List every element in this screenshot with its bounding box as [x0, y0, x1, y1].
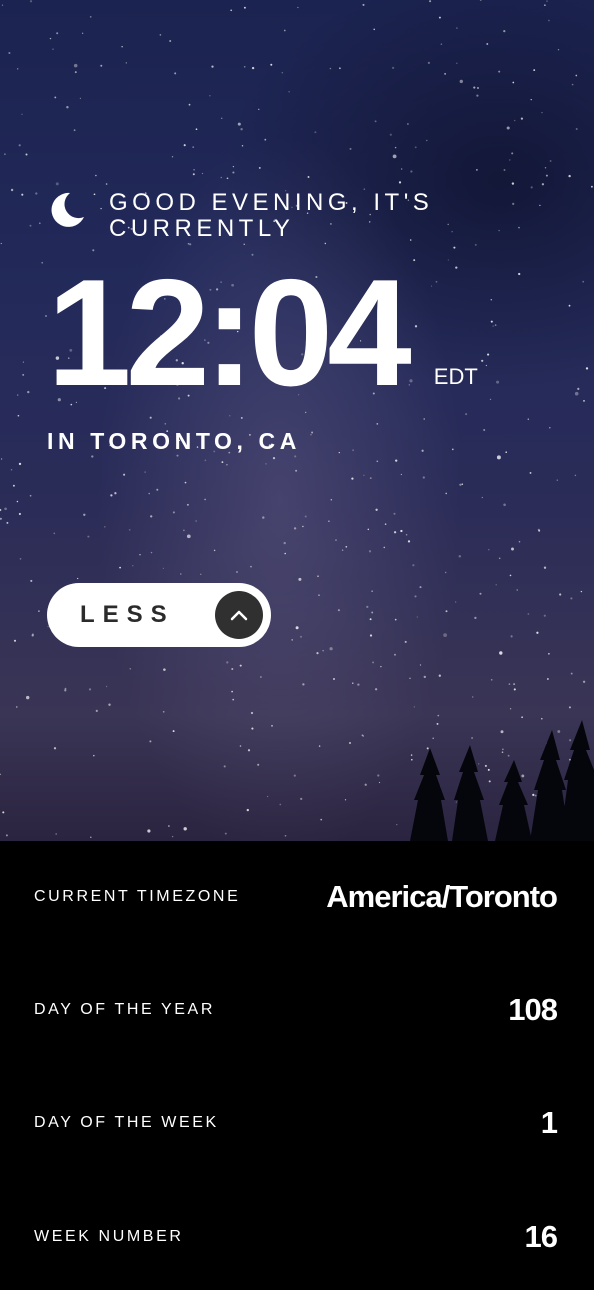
- hero-background: [0, 0, 594, 841]
- detail-value: 16: [524, 1219, 558, 1254]
- chevron-up-icon[interactable]: [215, 591, 263, 639]
- detail-value: 1: [540, 1105, 558, 1140]
- details-panel: CURRENT TIMEZONE America/Toronto DAY OF …: [0, 841, 594, 1290]
- less-button[interactable]: LESS: [47, 583, 271, 647]
- clock: 12:04 EDT: [47, 248, 478, 418]
- chevron-up-glyph: [230, 610, 248, 621]
- current-time: 12:04: [47, 248, 412, 418]
- detail-label: DAY OF THE WEEK: [34, 1114, 219, 1131]
- greeting-text: GOOD EVENING, IT'S CURRENTLY: [109, 189, 434, 242]
- less-button-label: LESS: [80, 601, 175, 628]
- detail-row-day-of-week: DAY OF THE WEEK 1: [34, 1105, 558, 1141]
- detail-row-day-of-year: DAY OF THE YEAR 108: [34, 992, 558, 1028]
- tree-silhouette: [410, 720, 594, 841]
- detail-row-timezone: CURRENT TIMEZONE America/Toronto: [34, 879, 558, 915]
- timezone-abbreviation: EDT: [433, 364, 478, 389]
- detail-value: 108: [508, 992, 558, 1027]
- location: IN TORONTO, CA: [47, 428, 301, 454]
- detail-row-week-number: WEEK NUMBER 16: [34, 1219, 558, 1255]
- detail-label: DAY OF THE YEAR: [34, 1001, 215, 1018]
- moon-icon: [51, 192, 84, 227]
- detail-value: America/Toronto: [326, 879, 558, 914]
- detail-label: CURRENT TIMEZONE: [34, 888, 241, 905]
- greeting: GOOD EVENING, IT'S CURRENTLY: [47, 190, 469, 242]
- detail-label: WEEK NUMBER: [34, 1228, 184, 1245]
